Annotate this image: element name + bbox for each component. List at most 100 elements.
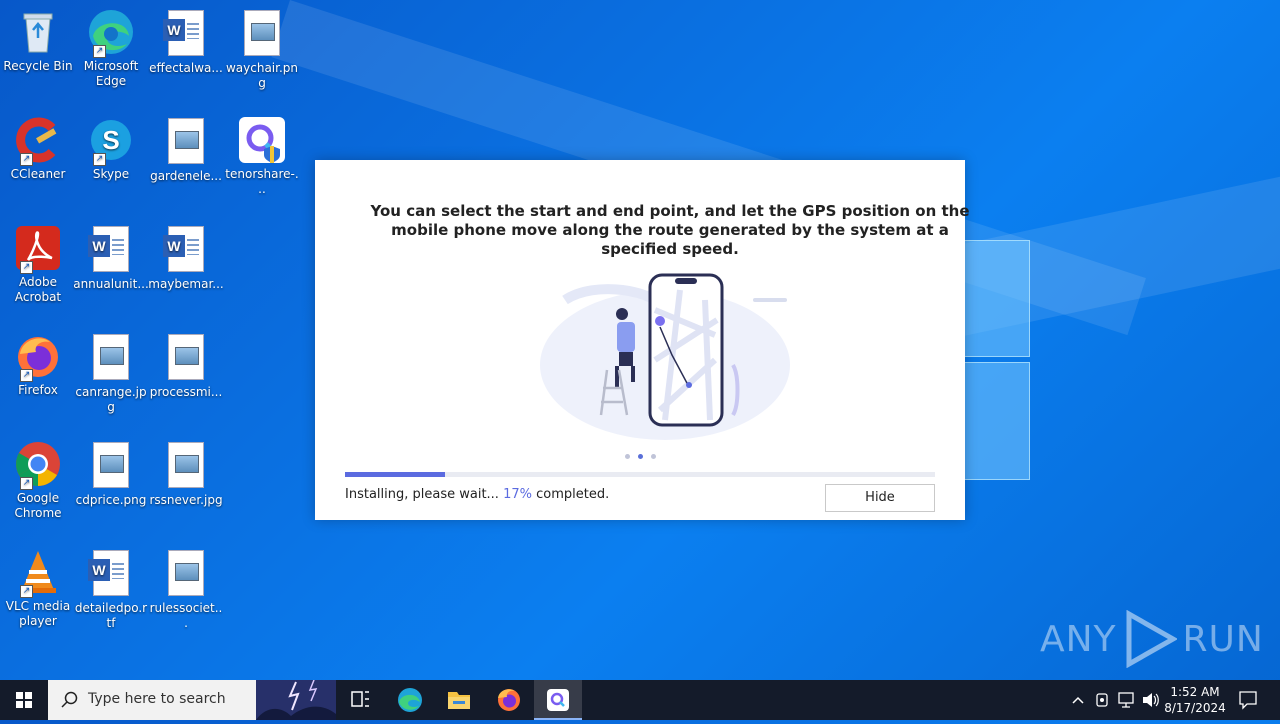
icon-label: maybemar... [148,277,224,291]
desktop-icon-rssnever[interactable]: rssnever.jpg [148,440,224,508]
shortcut-arrow-icon: ↗ [93,45,106,58]
task-view-button[interactable] [336,680,384,720]
desktop-icon-rulessociet[interactable]: rulessociet... [148,548,224,631]
taskbar-tenorshare-button[interactable] [534,680,582,720]
icon-label: Adobe Acrobat [14,275,62,304]
carousel-dot-active[interactable] [638,454,643,459]
notification-icon [1239,691,1257,710]
watermark-left-text: ANY [1040,618,1117,660]
icon-label: rssnever.jpg [149,493,223,507]
icon-label: VLC media player [5,599,71,628]
start-button[interactable] [0,680,48,720]
icon-label: cdprice.png [75,493,147,507]
word-document-icon: W [162,226,210,274]
acrobat-icon: ↗ [14,224,62,274]
firefox-icon: ↗ [14,332,62,382]
icon-label: Skype [92,167,130,181]
device-icon [1096,693,1108,707]
desktop-icon-ccleaner[interactable]: ↗ CCleaner [0,116,76,182]
search-placeholder: Type here to search [88,691,226,707]
desktop-icon-gardenele[interactable]: gardenele... [148,116,224,184]
carousel-dot[interactable] [651,454,656,459]
desktop: Recycle Bin ↗ Microsoft Edge W effectalw… [0,0,1280,680]
icon-label: waychair.png [225,61,299,90]
svg-text:S: S [102,125,119,155]
desktop-icon-detailedpo[interactable]: W detailedpo.rtf [73,548,149,631]
desktop-icon-canrange[interactable]: canrange.jpg [73,332,149,415]
chrome-icon: ↗ [14,440,62,490]
skype-icon: S ↗ [87,116,135,166]
icon-label: detailedpo.rtf [74,601,148,630]
taskbar-clock[interactable]: 1:52 AM 8/17/2024 [1160,684,1230,716]
image-file-icon [238,10,286,58]
desktop-icon-chrome[interactable]: ↗ Google Chrome [0,440,76,521]
hide-button[interactable]: Hide [825,484,935,512]
taskbar-file-explorer-button[interactable] [435,680,483,720]
desktop-icon-maybemar[interactable]: W maybemar... [148,224,224,292]
status-suffix: completed. [536,487,610,502]
image-file-icon [87,442,135,490]
tray-device-button[interactable] [1092,680,1112,720]
search-highlight-image [256,680,336,720]
watermark-right-text: RUN [1182,618,1264,660]
windows-start-icon [16,692,32,708]
install-status: Installing, please wait... 17% completed… [345,487,609,502]
icon-label: Google Chrome [14,491,62,520]
logo-pane [960,362,1030,480]
clock-time: 1:52 AM [1170,685,1220,699]
desktop-icon-processmi[interactable]: processmi... [148,332,224,400]
volume-icon [1143,693,1159,707]
progress-fill [345,472,446,477]
word-document-icon: W [87,226,135,274]
tenorshare-icon [238,116,286,164]
shortcut-arrow-icon: ↗ [20,153,33,166]
network-icon [1118,692,1134,708]
chevron-up-icon [1072,696,1084,704]
desktop-icon-acrobat[interactable]: ↗ Adobe Acrobat [0,224,76,305]
word-document-icon: W [87,550,135,598]
icon-label: effectalwa... [149,61,223,75]
installer-dialog: You can select the start and end point, … [315,160,970,520]
clock-date: 8/17/2024 [1164,701,1226,715]
icon-label: canrange.jpg [75,385,147,414]
desktop-icon-effectalwa[interactable]: W effectalwa... [148,8,224,76]
desktop-icon-vlc[interactable]: ↗ VLC media player [0,548,76,629]
edge-icon: ↗ [87,8,135,58]
desktop-icon-firefox[interactable]: ↗ Firefox [0,332,76,398]
show-hidden-icons-button[interactable] [1068,680,1088,720]
taskbar-edge-button[interactable] [386,680,434,720]
icon-label: Recycle Bin [3,59,73,73]
icon-label: CCleaner [10,167,66,181]
tray-network-button[interactable] [1116,680,1136,720]
icon-label: rulessociet... [149,601,223,630]
image-file-icon [87,334,135,382]
recycle-bin-icon [14,8,62,56]
image-file-icon [162,550,210,598]
desktop-icon-cdprice[interactable]: cdprice.png [73,440,149,508]
status-prefix: Installing, please wait... [345,487,499,502]
search-icon [61,691,78,708]
shortcut-arrow-icon: ↗ [93,153,106,166]
carousel-dot[interactable] [625,454,630,459]
desktop-icon-waychair[interactable]: waychair.png [224,8,300,91]
gps-route-illustration [540,273,790,440]
notification-center-button[interactable] [1234,680,1262,720]
desktop-icon-tenorshare[interactable]: tenorshare-... [224,116,300,197]
dialog-message: You can select the start and end point, … [370,202,970,258]
icon-label: annualunit... [73,277,149,291]
image-file-icon [162,334,210,382]
desktop-icon-skype[interactable]: S ↗ Skype [73,116,149,182]
windows-logo [960,240,1030,480]
icon-label: gardenele... [150,169,222,183]
ccleaner-icon: ↗ [14,116,62,166]
taskbar-firefox-button[interactable] [485,680,533,720]
logo-pane [960,240,1030,357]
desktop-icon-edge[interactable]: ↗ Microsoft Edge [73,8,149,89]
tray-volume-button[interactable] [1140,680,1160,720]
desktop-icon-recycle-bin[interactable]: Recycle Bin [0,8,76,74]
taskbar-search-box[interactable]: Type here to search [48,680,336,720]
task-view-icon [351,691,369,707]
desktop-icon-annualunit[interactable]: W annualunit... [73,224,149,292]
shortcut-arrow-icon: ↗ [20,261,33,274]
status-percent: 17% [503,487,532,502]
